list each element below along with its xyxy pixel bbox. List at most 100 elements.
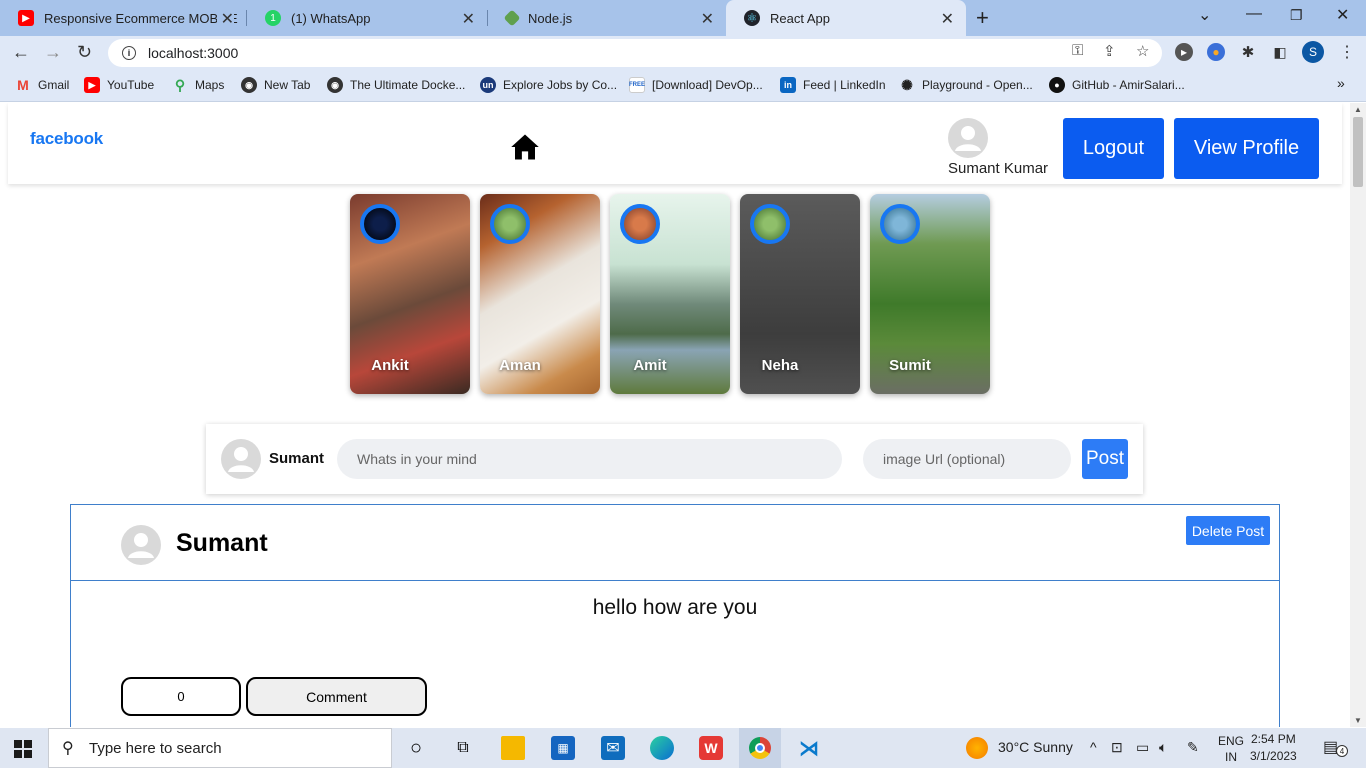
browser-tab-strip: ▶ Responsive Ecommerce MOBILE ✕ 1 (1) Wh… <box>0 0 1366 36</box>
side-panel-icon[interactable]: ◧ <box>1271 43 1289 61</box>
tab-responsive-ecommerce[interactable]: ▶ Responsive Ecommerce MOBILE ✕ <box>0 0 246 36</box>
taskbar-search[interactable]: ⚲ Type here to search <box>48 728 392 768</box>
extensions-puzzle-icon[interactable]: ✱ <box>1239 43 1257 61</box>
task-view-icon[interactable]: ⧉ <box>451 736 475 760</box>
globe-icon: ◉ <box>327 77 343 93</box>
story-card[interactable]: Ankit <box>350 194 470 394</box>
back-button[interactable]: ← <box>12 42 30 63</box>
bookmark-linkedin[interactable]: in Feed | LinkedIn <box>780 77 886 93</box>
tab-search-icon[interactable]: ⌄ <box>1198 5 1211 25</box>
bookmark-youtube[interactable]: ▶ YouTube <box>84 77 154 93</box>
story-card[interactable]: Amit <box>610 194 730 394</box>
url-text: localhost:3000 <box>148 45 239 61</box>
chrome-taskbar-button[interactable] <box>739 728 781 768</box>
bookmark-label: YouTube <box>107 78 155 92</box>
story-card[interactable]: Neha <box>740 194 860 394</box>
pen-icon[interactable]: ✎ <box>1187 739 1199 756</box>
menu-icon[interactable]: ⋮ <box>1338 43 1356 61</box>
un-icon: un <box>480 77 496 93</box>
tab-react-app[interactable]: ⚛ React App ✕ <box>726 0 966 36</box>
post-card: Sumant Delete Post hello how are you 0 C… <box>70 504 1280 727</box>
store-icon[interactable]: ▦ <box>551 736 575 760</box>
wps-icon[interactable]: W <box>699 736 723 760</box>
whatsapp-icon: 1 <box>265 10 281 26</box>
battery-icon[interactable]: ▭ <box>1136 739 1149 756</box>
user-name: Sumant Kumar <box>948 160 1049 177</box>
bookmarks-bar: M Gmail ▶ YouTube ⚲ Maps ◉ New Tab ◉ The… <box>0 70 1366 102</box>
view-profile-button[interactable]: View Profile <box>1174 118 1319 179</box>
tab-title: Responsive Ecommerce MOBILE <box>44 10 238 26</box>
bookmark-star-icon[interactable]: ☆ <box>1136 42 1149 60</box>
volume-icon[interactable]: 🔈︎ <box>1159 739 1167 756</box>
post-button[interactable]: Post <box>1082 439 1128 479</box>
bookmark-explore-jobs[interactable]: un Explore Jobs by Co... <box>480 77 617 93</box>
post-author-avatar <box>121 525 161 565</box>
key-icon[interactable]: ⚿ <box>1072 42 1083 59</box>
facebook-logo[interactable]: facebook <box>30 129 103 149</box>
delete-post-button[interactable]: Delete Post <box>1186 516 1270 545</box>
mail-icon[interactable]: ✉ <box>601 736 625 760</box>
file-explorer-icon[interactable] <box>501 736 525 760</box>
bookmark-gmail[interactable]: M Gmail <box>15 77 69 93</box>
search-placeholder: Type here to search <box>89 739 222 757</box>
bookmark-label: GitHub - AmirSalari... <box>1072 78 1185 92</box>
person-icon <box>955 126 981 151</box>
profile-avatar[interactable]: S <box>1302 41 1324 63</box>
network-icon[interactable]: ⊡ <box>1111 739 1123 756</box>
close-icon[interactable]: ✕ <box>216 9 234 29</box>
address-bar[interactable]: i localhost:3000 <box>108 39 1162 67</box>
weather-text[interactable]: 30°C Sunny <box>998 739 1073 755</box>
minimize-button[interactable]: — <box>1246 5 1262 23</box>
close-icon[interactable]: ✕ <box>462 9 475 29</box>
more-bookmarks-icon[interactable]: » <box>1337 75 1345 91</box>
close-icon[interactable]: ✕ <box>701 9 714 29</box>
home-icon[interactable] <box>510 133 540 161</box>
composer-user-name: Sumant <box>269 450 325 467</box>
story-name: Amit <box>633 357 667 374</box>
language-top: ENG <box>1218 734 1245 748</box>
close-icon[interactable]: ✕ <box>941 9 954 29</box>
bookmark-maps[interactable]: ⚲ Maps <box>172 77 224 93</box>
taskbar-clock[interactable]: 2:54 PM 3/1/2023 <box>1250 731 1297 765</box>
scroll-thumb[interactable] <box>1353 117 1363 187</box>
language-indicator[interactable]: ENG IN <box>1218 733 1244 765</box>
image-url-input[interactable] <box>863 439 1071 479</box>
tab-nodejs[interactable]: Node.js ✕ <box>488 0 726 36</box>
tab-whatsapp[interactable]: 1 (1) WhatsApp ✕ <box>247 0 487 36</box>
bookmark-new-tab[interactable]: ◉ New Tab <box>241 77 310 93</box>
site-info-icon[interactable]: i <box>122 46 136 60</box>
media-icon[interactable]: ▸ <box>1175 43 1193 61</box>
forward-button[interactable]: → <box>44 42 62 63</box>
share-icon[interactable]: ⇪ <box>1103 42 1116 60</box>
new-tab-button[interactable]: + <box>976 5 989 31</box>
story-name: Sumit <box>889 357 931 374</box>
windows-start-icon[interactable] <box>14 740 32 758</box>
extension-icon[interactable]: ● <box>1207 43 1225 61</box>
browser-toolbar: ← → ↻ i localhost:3000 ⚿ ⇪ ☆ ▸ ● ✱ ◧ S ⋮ <box>0 36 1366 70</box>
close-window-button[interactable]: ✕ <box>1336 5 1349 25</box>
bookmark-label: Gmail <box>38 78 70 92</box>
bookmark-github[interactable]: ● GitHub - AmirSalari... <box>1049 77 1185 93</box>
bookmark-openai[interactable]: ✺ Playground - Open... <box>899 77 1033 93</box>
story-card[interactable]: Aman <box>480 194 600 394</box>
story-card[interactable]: Sumit <box>870 194 990 394</box>
user-avatar[interactable] <box>948 118 988 158</box>
logout-button[interactable]: Logout <box>1063 118 1164 179</box>
weather-sun-icon[interactable] <box>966 737 988 759</box>
page-scrollbar[interactable]: ▲ ▼ <box>1350 103 1366 727</box>
vscode-icon[interactable]: ⋊ <box>797 736 821 760</box>
comment-button[interactable]: Comment <box>246 677 427 716</box>
edge-icon[interactable] <box>650 736 674 760</box>
tab-title: Node.js <box>528 10 573 26</box>
bookmark-docker[interactable]: ◉ The Ultimate Docke... <box>327 77 465 93</box>
restore-button[interactable]: ❐ <box>1290 7 1303 24</box>
scroll-down-icon[interactable]: ▼ <box>1354 716 1362 725</box>
post-text-input[interactable] <box>337 439 842 479</box>
like-button[interactable]: 0 <box>121 677 241 716</box>
bookmark-devops[interactable]: FREE [Download] DevOp... <box>629 77 763 93</box>
reload-button[interactable]: ↻ <box>77 42 92 63</box>
cortana-icon[interactable]: ○ <box>404 736 428 760</box>
show-hidden-icons[interactable]: ^ <box>1090 739 1097 755</box>
bookmark-label: New Tab <box>264 78 311 92</box>
scroll-up-icon[interactable]: ▲ <box>1354 105 1362 114</box>
